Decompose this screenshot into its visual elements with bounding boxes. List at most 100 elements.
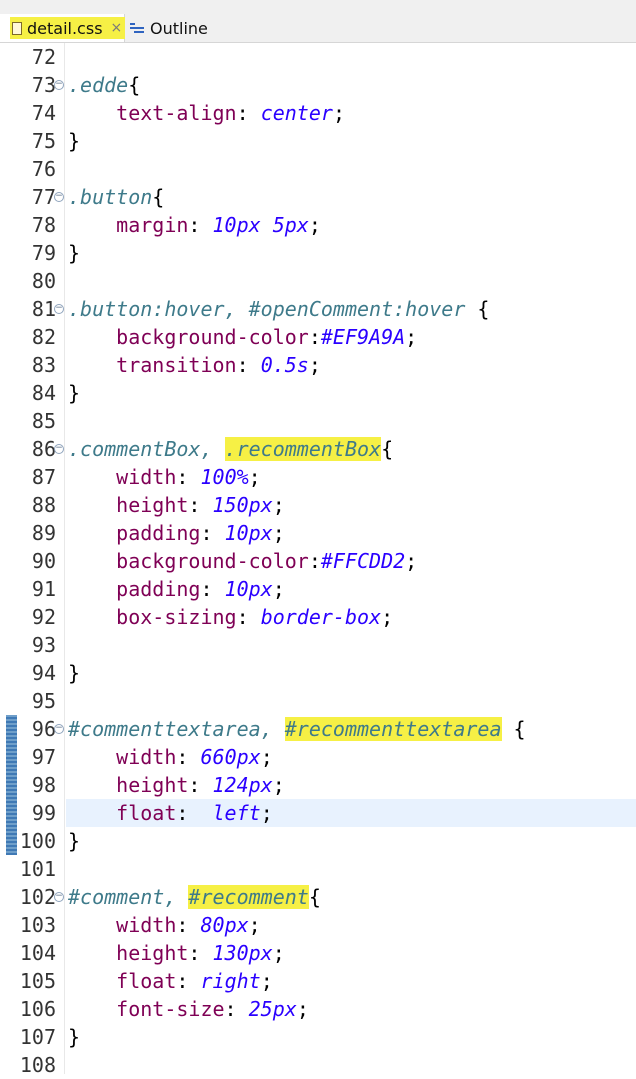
code-token: .commentBox, [68, 437, 225, 461]
line-number: 98 [31, 773, 56, 797]
code-token: margin [116, 213, 189, 237]
code-text: } [68, 127, 80, 155]
code-line[interactable]: 86− .commentBox, .recommentBox{ [0, 435, 636, 463]
code-line[interactable]: 98 height: 124px; [0, 771, 636, 799]
code-line[interactable]: 108 [0, 1051, 636, 1079]
code-token: background-color [116, 325, 309, 349]
fold-toggle-icon[interactable]: − [54, 892, 64, 902]
line-number: 79 [31, 241, 56, 265]
code-line[interactable]: 94} [0, 659, 636, 687]
code-token: : [176, 913, 201, 937]
line-number: 88 [31, 493, 56, 517]
code-text: box-sizing: border-box; [68, 603, 393, 631]
line-number: 80 [31, 269, 56, 293]
code-line[interactable]: 78 margin: 10px 5px; [0, 211, 636, 239]
code-token: } [68, 661, 81, 685]
line-number: 103 [19, 913, 56, 937]
code-line[interactable]: 96− #commenttextarea, #recommenttextarea … [0, 715, 636, 743]
code-line[interactable]: 87 width: 100%; [0, 463, 636, 491]
line-number: 93 [31, 633, 56, 657]
code-line[interactable]: 99 float: left; [0, 799, 636, 827]
code-token: { [381, 437, 394, 461]
code-token: ; [272, 577, 285, 601]
code-line[interactable]: 73− .edde{ [0, 71, 636, 99]
line-number: 106 [19, 997, 56, 1021]
line-number: 86 [31, 437, 56, 461]
line-number: 76 [31, 157, 56, 181]
tab-outline[interactable]: Outline [130, 14, 208, 42]
fold-toggle-icon[interactable]: − [54, 80, 64, 90]
outline-icon [130, 22, 144, 35]
code-line[interactable]: 80 [0, 267, 636, 295]
code-line[interactable]: 77− .button{ [0, 183, 636, 211]
code-line[interactable]: 72 [0, 43, 636, 71]
code-line[interactable]: 101 [0, 855, 636, 883]
code-text: padding: 10px; [68, 575, 285, 603]
code-line[interactable]: 103 width: 80px; [0, 911, 636, 939]
code-token: : [308, 325, 321, 349]
code-text: } [68, 1023, 80, 1051]
code-line[interactable]: 100} [0, 827, 636, 855]
code-line[interactable]: 76 [0, 155, 636, 183]
code-token: font-size [116, 997, 225, 1021]
code-line[interactable]: 88 height: 150px; [0, 491, 636, 519]
code-line[interactable]: 89 padding: 10px; [0, 519, 636, 547]
code-line[interactable]: 106 font-size: 25px; [0, 995, 636, 1023]
code-line[interactable]: 84} [0, 379, 636, 407]
line-number: 74 [31, 101, 56, 125]
code-text: transition: 0.5s; [68, 351, 321, 379]
code-token: : [176, 465, 201, 489]
code-line[interactable]: 91 padding: 10px; [0, 575, 636, 603]
code-editor[interactable]: 72 73− .edde{74 text-align: center; 75} 76 77… [0, 43, 636, 1077]
fold-toggle-icon[interactable]: − [54, 192, 64, 202]
code-line[interactable]: 74 text-align: center; [0, 99, 636, 127]
line-number: 100 [19, 829, 56, 853]
code-line[interactable]: 105 float: right; [0, 967, 636, 995]
fold-toggle-icon[interactable]: − [54, 444, 64, 454]
code-token: { [152, 185, 165, 209]
line-number: 72 [31, 45, 56, 69]
code-text: } [68, 827, 80, 855]
code-token: height [116, 941, 189, 965]
code-token: } [68, 241, 81, 265]
code-line[interactable]: 81− .button:hover, #openComment:hover { [0, 295, 636, 323]
code-line[interactable]: 92 box-sizing: border-box; [0, 603, 636, 631]
code-line[interactable]: 75} [0, 127, 636, 155]
fold-toggle-icon[interactable]: − [54, 304, 64, 314]
code-token: 10px [224, 521, 273, 545]
line-number: 108 [19, 1053, 56, 1077]
code-line[interactable]: 93 [0, 631, 636, 659]
code-line[interactable]: 104 height: 130px; [0, 939, 636, 967]
code-line[interactable]: 90 background-color:#FFCDD2; [0, 547, 636, 575]
code-token: : [308, 549, 321, 573]
code-line[interactable]: 97 width: 660px; [0, 743, 636, 771]
code-token: 660px [200, 745, 261, 769]
tab-detail-css[interactable]: detail.css × [0, 14, 126, 42]
code-token: ; [308, 213, 321, 237]
code-token: float [116, 969, 177, 993]
code-line[interactable]: 83 transition: 0.5s; [0, 351, 636, 379]
close-icon[interactable]: × [111, 20, 123, 36]
code-token: ; [296, 997, 309, 1021]
code-line[interactable]: 107} [0, 1023, 636, 1051]
code-line[interactable]: 79} [0, 239, 636, 267]
code-text: float: left; [68, 799, 273, 827]
fold-toggle-icon[interactable]: − [54, 724, 64, 734]
code-line[interactable]: 102− #comment, #recomment{ [0, 883, 636, 911]
code-line[interactable]: 85 [0, 407, 636, 435]
code-text: margin: 10px 5px; [68, 211, 321, 239]
code-token: ; [248, 913, 261, 937]
editor-tab-bar: detail.css × Outline [0, 0, 636, 43]
code-token: border-box [260, 605, 382, 629]
code-token: width [116, 465, 177, 489]
code-line[interactable]: 82 background-color:#EF9A9A; [0, 323, 636, 351]
code-text: text-align: center; [68, 99, 345, 127]
code-line[interactable]: 95 [0, 687, 636, 715]
